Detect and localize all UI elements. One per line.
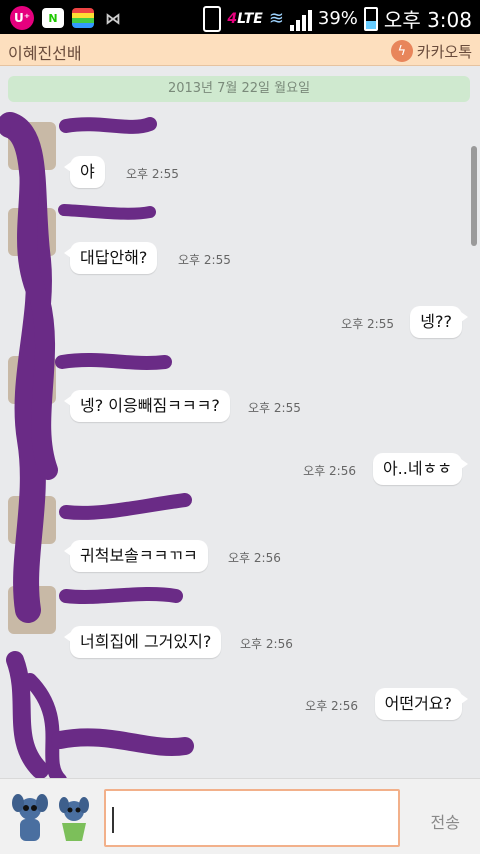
notification-icons: U⁺ N ⋈ [10, 6, 124, 30]
message-time: 오후 2:56 [303, 464, 356, 478]
avatar[interactable] [8, 586, 56, 634]
scrollbar-thumb[interactable] [471, 146, 477, 246]
avatar[interactable] [8, 208, 56, 256]
battery-percent: 39% [317, 8, 358, 29]
message-bubble[interactable]: 귀척보솔ㅋㅋㄲㅋ [64, 540, 208, 572]
message-input[interactable] [104, 789, 400, 847]
wifi-icon: ≋ [268, 8, 284, 29]
uplus-icon: U⁺ [10, 6, 34, 30]
text-caret [112, 807, 114, 833]
message-time: 오후 2:55 [126, 167, 179, 181]
emoticon-button[interactable] [8, 793, 96, 845]
battery-icon [363, 6, 378, 31]
message-time: 오후 2:56 [240, 637, 293, 651]
message-time: 오후 2:56 [228, 551, 281, 565]
message-bubble[interactable]: 어떤거요? [374, 688, 469, 720]
brand-label: 카카오톡 [416, 42, 472, 61]
avatar[interactable] [8, 356, 56, 404]
message-composer: 전송 [0, 778, 480, 854]
date-divider: 2013년 7월 22일 월요일 [8, 76, 470, 102]
chat-message-list[interactable]: 2013년 7월 22일 월요일 야 오후 2:55 대답안해? 오후 2:55… [0, 66, 480, 778]
kakaotalk-brand: ϟ 카카오톡 [390, 40, 472, 62]
phone-icon [203, 5, 222, 32]
signal-icon [289, 7, 312, 31]
message-time: 오후 2:55 [248, 401, 301, 415]
status-bar: U⁺ N ⋈ 4LTE ≋ 39% 오후 3:08 [0, 0, 480, 34]
bowtie-icon: ⋈ [105, 8, 121, 28]
message-bubble[interactable]: 넹?? [410, 306, 468, 338]
avatar[interactable] [8, 122, 56, 170]
message-time: 오후 2:55 [178, 253, 231, 267]
avatar[interactable] [8, 496, 56, 544]
message-bubble[interactable]: 넹? 이응빼짐ㅋㅋㅋ? [64, 390, 230, 422]
message-bubble[interactable]: 야 [64, 156, 105, 188]
naver-icon: N [42, 8, 64, 28]
message-bubble[interactable]: 대답안해? [63, 242, 158, 274]
message-time: 오후 2:56 [305, 699, 358, 713]
network-type-label: LTE [237, 10, 263, 27]
kakaotalk-logo-icon: ϟ [390, 40, 413, 62]
stitch-emoticon-icon [12, 794, 89, 841]
app-stack-icon [72, 8, 94, 28]
lte-icon: 4LTE [227, 10, 263, 27]
chat-title-bar: 이혜진선배 ϟ 카카오톡 [0, 34, 480, 66]
message-time: 오후 2:55 [341, 317, 394, 331]
status-clock: 오후 3:08 [383, 8, 472, 32]
message-bubble[interactable]: 아..네ㅎㅎ [372, 453, 469, 485]
system-icons: 4LTE ≋ 39% 오후 3:08 [203, 4, 472, 33]
send-button[interactable]: 전송 [431, 809, 460, 833]
message-bubble[interactable]: 너희집에 그거있지? [63, 626, 222, 658]
chat-title[interactable]: 이혜진선배 [8, 40, 82, 64]
